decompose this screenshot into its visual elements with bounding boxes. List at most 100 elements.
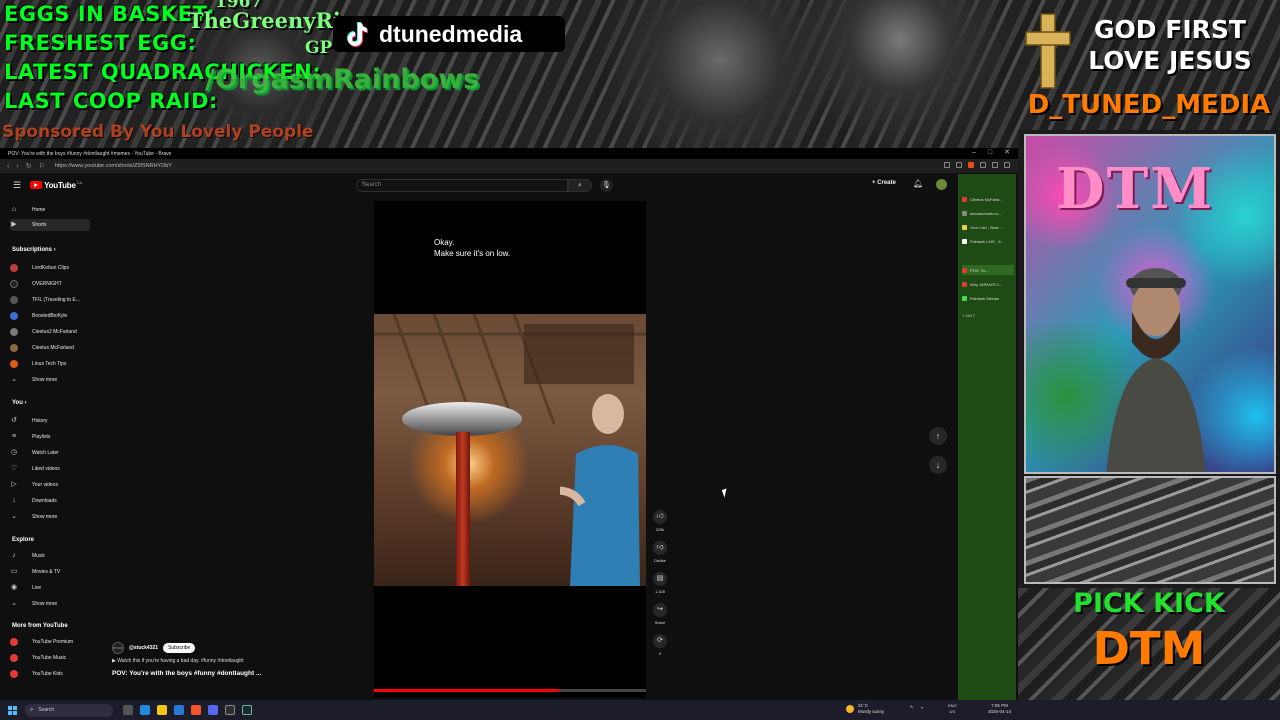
subscription-overnight[interactable]: OVERNIGHT — [10, 278, 90, 290]
share-button[interactable]: ↪ Share — [648, 603, 672, 625]
sidebar-item-youtube-kids[interactable]: YouTube Kids — [10, 668, 90, 680]
sidebar-item-shorts[interactable]: ▶ Shorts — [10, 219, 90, 231]
sidebar-item-youtube-premium[interactable]: YouTube Premium — [10, 636, 90, 648]
dislike-button[interactable]: 👎︎ Dislike — [648, 541, 672, 563]
store-icon[interactable] — [174, 705, 184, 715]
sidebar-item-watch-later[interactable]: ◷ Watch Later — [10, 447, 90, 459]
remix-button[interactable]: ⟳ 2 — [648, 634, 672, 656]
search-input[interactable]: Search — [356, 179, 568, 192]
sidebar-item-home[interactable]: ⌂ Home — [10, 204, 90, 216]
share-page-icon[interactable] — [956, 162, 962, 168]
show-more-you[interactable]: ⌄ Show more — [10, 511, 90, 523]
video-progress-bar[interactable] — [374, 689, 646, 692]
tab-fishtank-live[interactable]: Fishtank LIVE - fi... — [962, 236, 1014, 246]
show-more-explore[interactable]: ⌄ Show more — [10, 598, 90, 610]
close-button[interactable]: ✕ — [1004, 148, 1010, 158]
url-field[interactable]: https://www.youtube.com/shorts/Z5fSNRHYD… — [55, 163, 172, 169]
show-more-subscriptions[interactable]: ⌄ Show more — [10, 374, 90, 386]
weather-widget[interactable]: 21°C Mostly sunny — [846, 703, 884, 715]
channel-name[interactable]: @stuck4321 — [129, 645, 158, 651]
previous-short-button[interactable]: ↑ — [929, 427, 947, 445]
subscription-cleetus2[interactable]: Cleetus2 McFarland — [10, 326, 90, 338]
steam-icon[interactable] — [242, 705, 252, 715]
bookmark-icon[interactable]: ⚐ — [39, 162, 45, 170]
create-label: Create — [877, 180, 896, 186]
like-button[interactable]: 👍︎ 229k — [648, 510, 672, 532]
taskbar-search[interactable]: ⌕ Search — [25, 703, 113, 717]
tab-japan[interactable]: Why JAPAN'S C... — [962, 279, 1014, 289]
sidebar-item-history[interactable]: ↺ History — [10, 415, 90, 427]
wallet-icon[interactable] — [980, 162, 986, 168]
sidebar-item-youtube-music[interactable]: YouTube Music — [10, 652, 90, 664]
title-bar: POV: You're with the boys #funny #dontla… — [0, 148, 1018, 159]
secondary-cam — [1024, 476, 1276, 584]
wifi-icon[interactable]: ◔ — [920, 706, 924, 712]
sidebar-item-music[interactable]: ♪ Music — [10, 550, 90, 562]
sidebar-item-movies-tv[interactable]: ▭ Movies & TV — [10, 566, 90, 578]
tab-pov-active[interactable]: POV: Yo... — [962, 265, 1014, 275]
subscription-label: TFIL (Traveling to E... — [32, 297, 80, 303]
dislike-icon: 👎︎ — [653, 541, 667, 555]
notifications-bell-icon[interactable]: 🔔︎ — [913, 179, 923, 188]
reload-icon[interactable]: ↻ — [26, 162, 32, 170]
country-code: CA — [76, 179, 83, 185]
channel-avatar[interactable]: STUCK — [112, 642, 124, 654]
discord-icon[interactable] — [208, 705, 218, 715]
share-label: Share — [654, 620, 666, 625]
sidebar-item-liked-videos[interactable]: ♡ Liked videos — [10, 463, 90, 475]
tray-chevron-icon[interactable]: ^ — [910, 706, 913, 712]
subscription-lordkebun[interactable]: LordKebun Clips — [10, 262, 90, 274]
back-icon[interactable]: ‹ — [7, 163, 9, 170]
subscription-linus[interactable]: Linus Tech Tips — [10, 358, 90, 370]
search-icon: ⌕ — [30, 706, 34, 713]
account-avatar[interactable] — [936, 179, 947, 190]
subscription-cleetus[interactable]: Cleetus McFarland — [10, 342, 90, 354]
subscribe-button[interactable]: Subscribe — [163, 643, 196, 653]
video-title[interactable]: POV: You're with the boys #funny #dontla… — [112, 670, 261, 677]
subscription-boostedboikyle[interactable]: BoostedBoiKyle — [10, 310, 90, 322]
shorts-icon: ▶ — [11, 221, 17, 228]
clock[interactable]: 7:05 PM 2025-04-14 — [988, 703, 1011, 715]
video-frame[interactable] — [374, 314, 646, 586]
language-indicator[interactable]: ENG US — [948, 703, 957, 715]
webcam-feed: DTM — [1024, 134, 1276, 474]
edge-icon[interactable] — [140, 705, 150, 715]
description-text: Watch this if you're having a bad day. #… — [117, 658, 244, 664]
mic-icon[interactable]: 🎙︎ — [600, 179, 613, 192]
comment-button[interactable]: ▤ 1,328 — [648, 572, 672, 594]
file-explorer-icon[interactable] — [157, 705, 167, 715]
next-short-button[interactable]: ↓ — [929, 456, 947, 474]
maximize-button[interactable]: □ — [988, 148, 992, 158]
brave-icon[interactable] — [191, 705, 201, 715]
task-view-icon[interactable] — [123, 705, 133, 715]
new-tab-button[interactable]: + Ctrl T — [962, 310, 1014, 320]
shorts-player[interactable]: Okay. Make sure it's on low. — [374, 201, 646, 698]
subscription-tfil[interactable]: TFIL (Traveling to E... — [10, 294, 90, 306]
sidebar-item-live[interactable]: ◉ Live — [10, 582, 90, 594]
your-videos-icon: ▷ — [11, 481, 17, 488]
forward-icon[interactable]: › — [16, 163, 18, 170]
youtube-logo[interactable]: YouTube CA — [30, 179, 83, 190]
obs-icon[interactable] — [225, 705, 235, 715]
windows-start-icon[interactable] — [8, 705, 17, 715]
you-heading[interactable]: You › — [12, 400, 27, 406]
menu-icon[interactable] — [1004, 162, 1010, 168]
brave-shield-icon[interactable] — [968, 162, 974, 168]
tab-cleetus[interactable]: Cleetus McFarla... — [962, 194, 1014, 204]
tab-streamcharts[interactable]: streamcharts.co... — [962, 208, 1014, 218]
sidebar-toggle-icon[interactable] — [992, 162, 998, 168]
arrow-down-icon: ↓ — [935, 460, 941, 470]
minimize-button[interactable]: – — [972, 148, 976, 158]
extension-icon[interactable] — [944, 162, 950, 168]
channel-avatar — [10, 264, 18, 272]
hamburger-menu-icon[interactable]: ☰ — [13, 180, 21, 191]
video-description[interactable]: ▶ Watch this if you're having a bad day.… — [112, 658, 244, 664]
subscriptions-heading[interactable]: Subscriptions › — [12, 247, 56, 253]
tab-fishtank-stream[interactable]: Fishtank Stream — [962, 293, 1014, 303]
search-button[interactable]: ⌕ — [568, 179, 592, 192]
sidebar-item-playlists[interactable]: ≡ Playlists — [10, 431, 90, 443]
sidebar-item-downloads[interactable]: ↓ Downloads — [10, 495, 90, 507]
tab-bestbuy[interactable]: Your Cart - Best ... — [962, 222, 1014, 232]
sidebar-item-your-videos[interactable]: ▷ Your videos — [10, 479, 90, 491]
create-button[interactable]: + Create — [872, 180, 896, 186]
